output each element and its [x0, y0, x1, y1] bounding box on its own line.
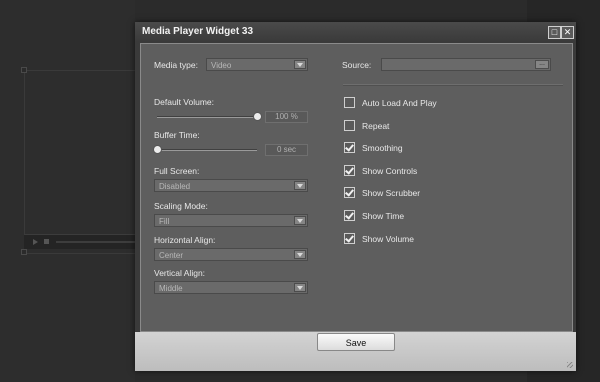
- resize-handle[interactable]: [21, 249, 27, 255]
- widget-dialog: Media Player Widget 33 □ ✕ Media type: V…: [135, 22, 576, 371]
- divider: [343, 84, 563, 86]
- chevron-down-icon: [294, 283, 306, 292]
- dialog-titlebar[interactable]: Media Player Widget 33 □ ✕: [135, 22, 576, 42]
- full-screen-value: Disabled: [159, 182, 191, 191]
- media-type-value: Video: [211, 61, 232, 70]
- auto-load-label: Auto Load And Play: [362, 98, 437, 108]
- chevron-down-icon: [294, 60, 306, 69]
- volume-slider-handle[interactable]: [253, 112, 262, 121]
- repeat-label: Repeat: [362, 121, 390, 131]
- scaling-mode-value: Fill: [159, 217, 170, 226]
- background-player-controls: [24, 234, 135, 249]
- buffer-slider-track[interactable]: [157, 149, 257, 151]
- buffer-slider-handle[interactable]: [153, 145, 162, 154]
- smoothing-label: Smoothing: [362, 143, 403, 153]
- show-controls-label: Show Controls: [362, 166, 418, 176]
- vertical-align-select[interactable]: Middle: [154, 281, 308, 294]
- vertical-align-value: Middle: [159, 284, 183, 293]
- buffer-readout: 0 sec: [265, 144, 308, 156]
- volume-readout: 100 %: [265, 111, 308, 123]
- horizontal-align-select[interactable]: Center: [154, 248, 308, 261]
- background-widget-frame: [24, 70, 136, 254]
- show-time-checkbox[interactable]: [344, 210, 355, 221]
- buffer-time-label: Buffer Time:: [154, 130, 200, 140]
- vertical-align-label: Vertical Align:: [154, 268, 206, 278]
- chevron-down-icon: [294, 181, 306, 190]
- full-screen-select[interactable]: Disabled: [154, 179, 308, 192]
- save-button[interactable]: Save: [317, 333, 395, 351]
- chevron-down-icon: [294, 216, 306, 225]
- dialog-footer: Save: [135, 332, 576, 371]
- show-scrubber-label: Show Scrubber: [362, 188, 421, 198]
- browse-button[interactable]: ...: [535, 60, 549, 69]
- show-controls-checkbox[interactable]: [344, 165, 355, 176]
- source-input[interactable]: ...: [381, 58, 551, 71]
- stop-icon: [44, 239, 49, 244]
- resize-handle[interactable]: [21, 67, 27, 73]
- scaling-mode-select[interactable]: Fill: [154, 214, 308, 227]
- show-scrubber-checkbox[interactable]: [344, 187, 355, 198]
- restore-icon[interactable]: □: [548, 26, 561, 39]
- default-volume-label: Default Volume:: [154, 97, 215, 107]
- dialog-body: Media type: Video Source: ... Default Vo…: [140, 43, 573, 332]
- scaling-mode-label: Scaling Mode:: [154, 201, 208, 211]
- chevron-down-icon: [294, 250, 306, 259]
- show-volume-label: Show Volume: [362, 234, 414, 244]
- source-label: Source:: [342, 60, 372, 70]
- close-icon[interactable]: ✕: [561, 26, 574, 39]
- horizontal-align-value: Center: [159, 251, 184, 260]
- media-type-select[interactable]: Video: [206, 58, 308, 71]
- horizontal-align-label: Horizontal Align:: [154, 235, 216, 245]
- scrubber-track: [56, 241, 135, 243]
- repeat-checkbox[interactable]: [344, 120, 355, 131]
- resize-grip-icon[interactable]: [567, 362, 573, 368]
- play-icon: [33, 239, 38, 245]
- auto-load-checkbox[interactable]: [344, 97, 355, 108]
- show-volume-checkbox[interactable]: [344, 233, 355, 244]
- smoothing-checkbox[interactable]: [344, 142, 355, 153]
- dialog-title: Media Player Widget 33: [142, 26, 254, 37]
- show-time-label: Show Time: [362, 211, 405, 221]
- full-screen-label: Full Screen:: [154, 166, 200, 176]
- media-type-label: Media type:: [154, 60, 198, 70]
- volume-slider-track[interactable]: [157, 116, 257, 118]
